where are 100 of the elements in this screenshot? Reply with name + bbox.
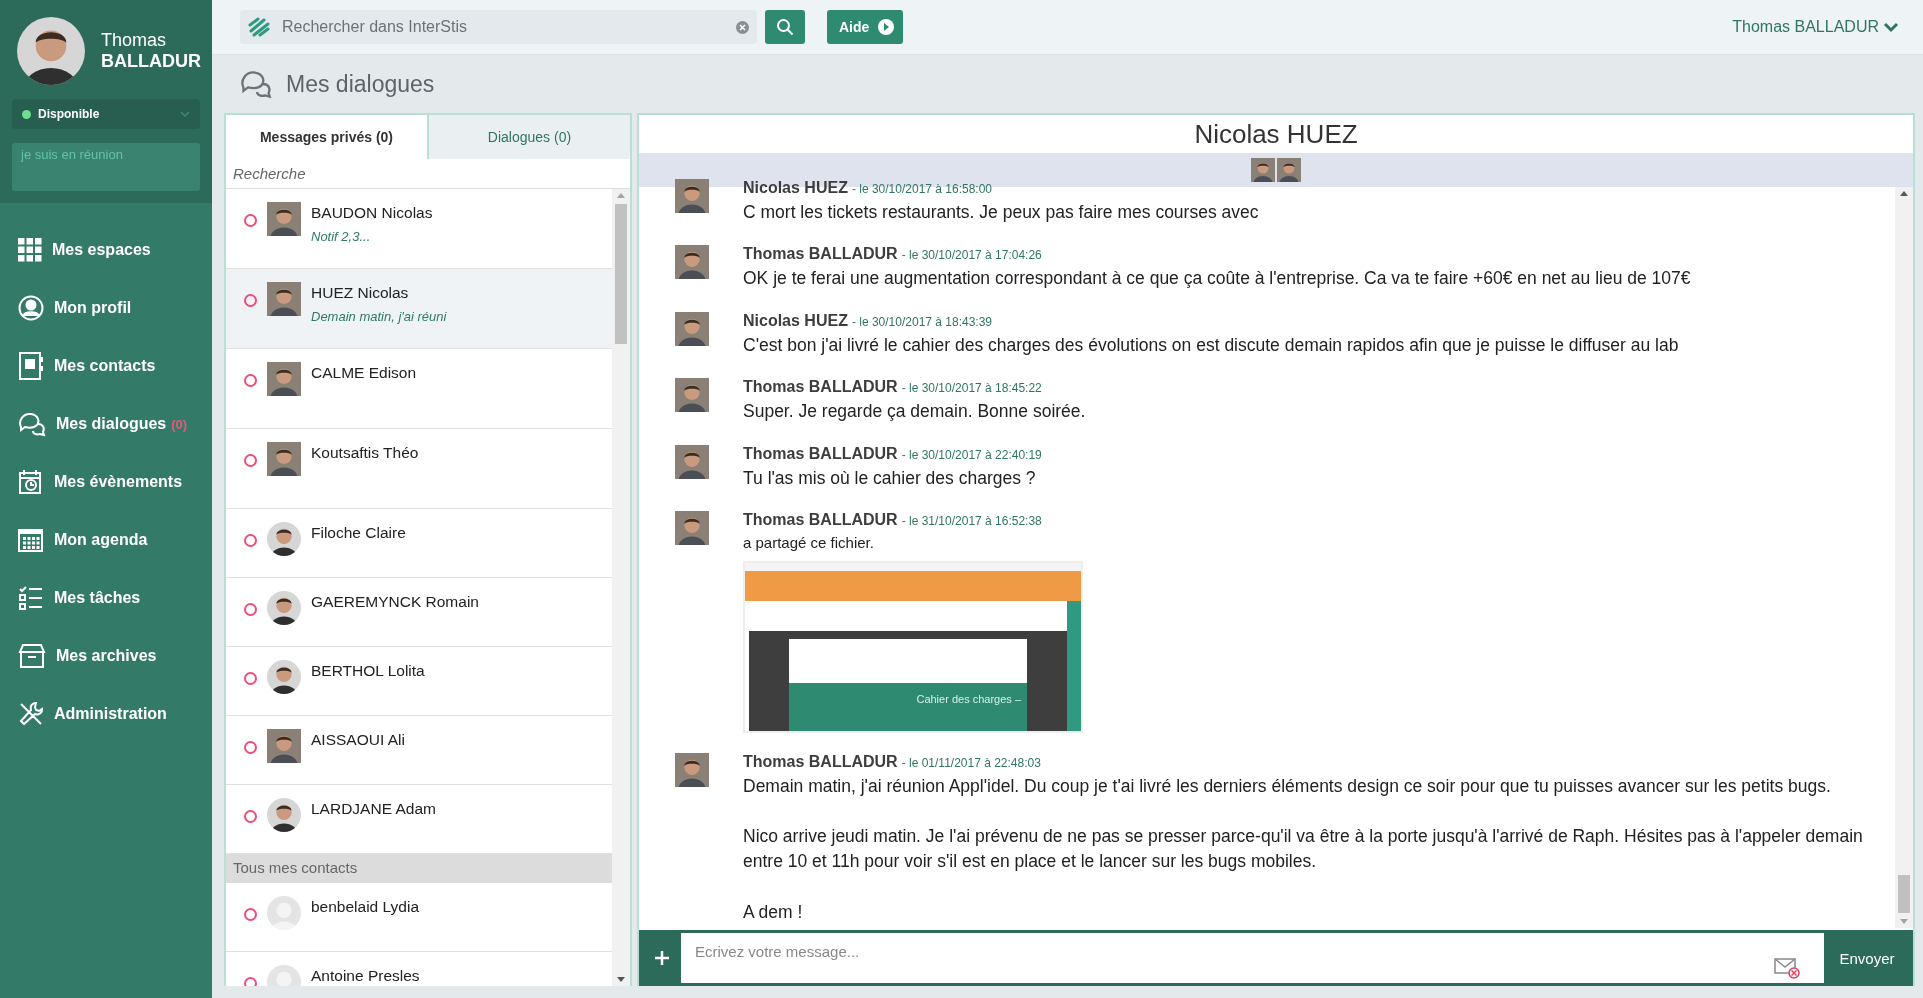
tab[interactable]: Dialogues (0) <box>427 115 630 159</box>
message-text: C'est bon j'ai livré le cahier des charges des évolutions on est discute demain rapidos afin que je puisse le diffuser au lab <box>743 333 1679 357</box>
scrollbar[interactable] <box>1895 187 1913 928</box>
avatar <box>675 510 709 545</box>
plus-icon <box>653 950 670 966</box>
address-book-icon <box>18 352 44 380</box>
message-preview: Demain matin, j'ai réuni <box>311 309 447 324</box>
scrollbar-thumb[interactable] <box>1898 875 1910 913</box>
message-time: - le 30/10/2017 à 18:43:39 <box>851 314 993 329</box>
contact-name: BAUDON Nicolas <box>311 204 433 222</box>
message-time: - le 30/10/2017 à 22:40:19 <box>901 447 1042 462</box>
avatar <box>267 362 301 396</box>
mail-cancel-icon[interactable] <box>1774 957 1800 979</box>
message-time: - le 31/10/2017 à 16:52:38 <box>901 513 1042 528</box>
send-button[interactable]: Envoyer <box>1824 933 1910 983</box>
calendar-clock-icon <box>18 469 44 495</box>
chat-bubbles-icon <box>240 69 272 99</box>
nav-item[interactable]: Mon agenda <box>18 511 212 569</box>
message-text: A dem ! <box>743 900 804 924</box>
message-author[interactable]: Nicolas HUEZ <box>743 311 848 330</box>
contact-name: Antoine Presles <box>311 967 420 985</box>
avatar <box>267 729 301 763</box>
nav-item[interactable]: Mes espaces <box>18 221 212 279</box>
message-text: C mort les tickets restaurants. Je peux pas faire mes courses avec <box>743 201 1259 224</box>
message-text: Demain matin, j'ai réunion Appl'idel. Du coup je t'ai livré les derniers éléments design ce soir pour que tu puisses avancer sur les petits bugs. <box>743 774 1832 798</box>
message-text: a partagé ce fichier. <box>743 532 875 553</box>
message-author[interactable]: Thomas BALLADUR <box>743 510 898 529</box>
chat-title: Nicolas HUEZ <box>1193 117 1359 151</box>
avatar <box>1251 158 1275 182</box>
play-icon <box>877 18 896 36</box>
avatar <box>675 179 709 213</box>
message-author[interactable]: Nicolas HUEZ <box>743 179 848 197</box>
avatar <box>1277 158 1301 182</box>
chat-bubbles-icon <box>18 411 46 437</box>
nav-item[interactable]: Mes contacts <box>18 337 212 395</box>
add-button[interactable] <box>642 933 681 983</box>
message-author[interactable]: Thomas BALLADUR <box>743 444 898 463</box>
archive-box-icon <box>18 643 46 669</box>
file-title: Cahier des charges – <box>916 692 1021 705</box>
search-field[interactable]: Rechercher dans InterStis <box>240 10 757 44</box>
help-button[interactable]: Aide <box>827 10 904 44</box>
grid-icon <box>18 238 42 262</box>
file-preview[interactable]: Cahier des charges – <box>743 560 1083 733</box>
avatar <box>267 660 301 694</box>
nav-item[interactable]: Mon profil <box>18 279 212 337</box>
avatar <box>675 245 709 280</box>
scroll-down-icon[interactable] <box>617 977 625 982</box>
contact-name: Filoche Claire <box>311 524 406 542</box>
message-text: Tu l'as mis où le cahier des charges ? <box>743 466 1037 490</box>
contact-name: AISSAOUI Ali <box>311 731 405 749</box>
scrollbar-thumb[interactable] <box>615 204 627 344</box>
logo-icon <box>248 17 270 37</box>
avatar <box>675 311 709 346</box>
nav-item[interactable]: Mes évènements <box>18 453 212 511</box>
contact-name: LARDJANE Adam <box>311 800 436 818</box>
avatar <box>267 282 301 316</box>
contact-name: CALME Edison <box>311 364 417 382</box>
avatar <box>675 444 709 479</box>
message-time: - le 01/11/2017 à 22:48:03 <box>901 755 1041 770</box>
message-time: - le 30/10/2017 à 17:04:26 <box>901 248 1042 263</box>
message-text: Nico arrive jeudi matin. Je l'ai prévenu de ne pas se presser parce-qu'il va être à la porte jusqu'à l'arrivé de Raph. Hésites pas à l'appeler demain entre 10 et 11h pour voir s'il est en place et le lancer sur les bugs mobiles. <box>743 825 1864 874</box>
message-time: - le 30/10/2017 à 16:58:00 <box>851 182 993 196</box>
contact-name: HUEZ Nicolas <box>311 284 410 302</box>
clear-icon[interactable] <box>736 20 749 34</box>
user-first-name: Thomas <box>101 30 168 51</box>
tools-icon <box>18 701 44 727</box>
search-icon <box>776 18 794 36</box>
avatar <box>675 378 709 413</box>
user-circle-icon <box>18 295 44 321</box>
message-text: Super. Je regarde ça demain. Bonne soirée. <box>743 400 1086 424</box>
chevron-down-icon <box>180 111 190 117</box>
avatar <box>267 522 301 556</box>
nav-item[interactable]: Mes dialogues (0) <box>18 395 212 453</box>
contact-name: benbelaid Lydia <box>311 898 419 916</box>
nav-item[interactable]: Mes tâches <box>18 569 212 627</box>
message-author[interactable]: Thomas BALLADUR <box>743 378 898 397</box>
status-select[interactable]: Disponible <box>12 99 200 129</box>
nav-item[interactable]: Administration <box>18 685 212 743</box>
checklist-icon <box>18 585 44 611</box>
avatar <box>267 591 301 625</box>
search-input[interactable]: Rechercher dans InterStis <box>280 17 726 37</box>
contact-name: BERTHOL Lolita <box>311 662 425 680</box>
page-title: Mes dialogues <box>286 70 435 98</box>
account-menu[interactable]: Thomas BALLADUR <box>1732 18 1899 36</box>
contact-name: GAEREMYNCK Romain <box>311 593 479 611</box>
contact-item[interactable]: HUEZ Nicolas Demain matin, j'ai réuni <box>226 269 612 349</box>
chevron-down-icon <box>1883 21 1899 33</box>
nav-item[interactable]: Mes archives <box>18 627 212 685</box>
message-author[interactable]: Thomas BALLADUR <box>743 245 898 264</box>
scrollbar[interactable] <box>612 189 630 986</box>
message-author[interactable]: Thomas BALLADUR <box>743 752 898 771</box>
calendar-icon <box>18 527 44 553</box>
section-header: Tous mes contacts <box>226 854 612 883</box>
avatar <box>267 202 301 236</box>
avatar <box>267 896 301 930</box>
avatar <box>267 442 301 476</box>
search-button[interactable] <box>765 10 805 44</box>
avatar <box>675 752 709 787</box>
scroll-up-icon[interactable] <box>1900 191 1908 196</box>
message-time: - le 30/10/2017 à 18:45:22 <box>901 381 1042 396</box>
